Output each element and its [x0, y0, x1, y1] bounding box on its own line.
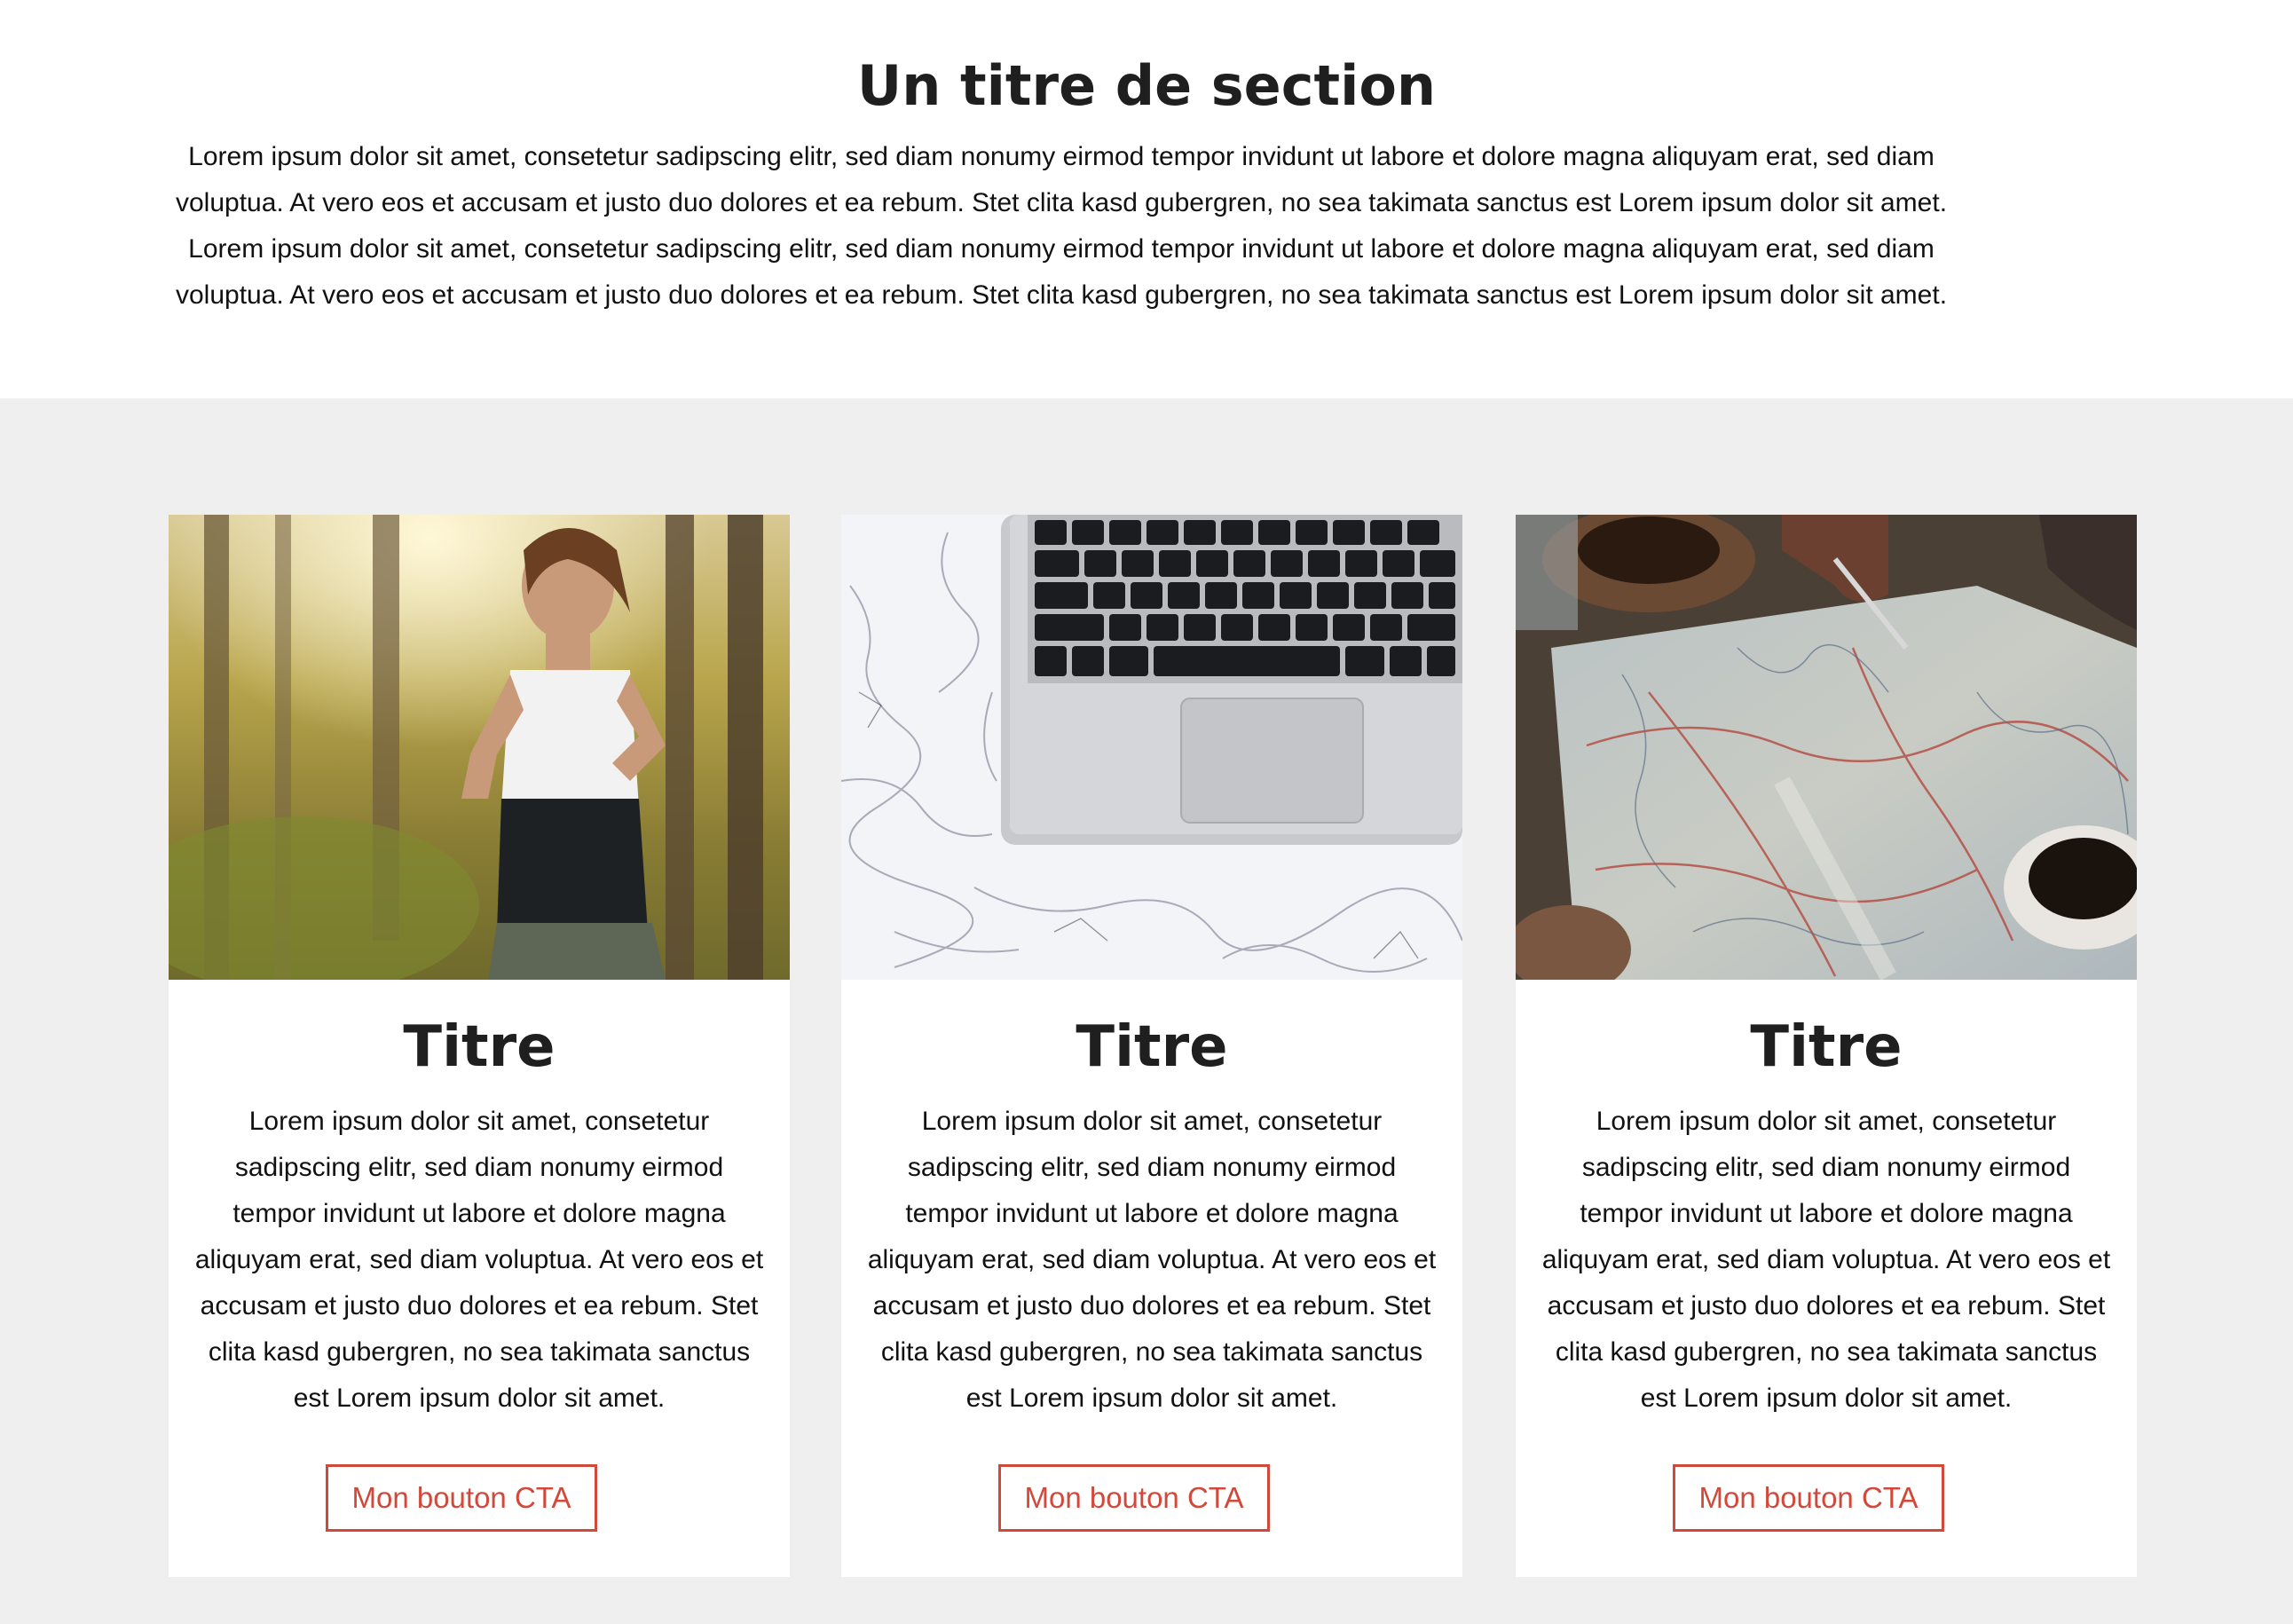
- section-title: Un titre de section: [856, 53, 1437, 118]
- map-and-coffee-photo: [1516, 515, 2137, 980]
- card-3: Titre Lorem ipsum dolor sit amet, conset…: [1516, 515, 2137, 1577]
- woman-running-photo: [169, 515, 790, 980]
- cta-button[interactable]: Mon bouton CTA: [998, 1464, 1270, 1532]
- laptop-on-marble-photo: [841, 515, 1462, 980]
- card-description: Lorem ipsum dolor sit amet, consetetur s…: [194, 1107, 764, 1413]
- card-title: Titre: [403, 1014, 556, 1080]
- card-description: Lorem ipsum dolor sit amet, consetetur s…: [867, 1107, 1437, 1413]
- section-header: Un titre de section Lorem ipsum dolor si…: [0, 0, 2293, 398]
- card-description: Lorem ipsum dolor sit amet, consetetur s…: [1541, 1107, 2111, 1413]
- card-title: Titre: [1750, 1014, 1903, 1080]
- card-2: Titre Lorem ipsum dolor sit amet, conset…: [841, 515, 1462, 1577]
- cta-button[interactable]: Mon bouton CTA: [1673, 1464, 1944, 1532]
- cta-button[interactable]: Mon bouton CTA: [326, 1464, 597, 1532]
- card-title: Titre: [1076, 1014, 1228, 1080]
- card-image-map: [1516, 515, 2137, 980]
- card-1: Titre Lorem ipsum dolor sit amet, conset…: [169, 515, 790, 1577]
- card-image-running: [169, 515, 790, 980]
- card-image-laptop: [841, 515, 1462, 980]
- section-description: Lorem ipsum dolor sit amet, consetetur s…: [175, 142, 1948, 310]
